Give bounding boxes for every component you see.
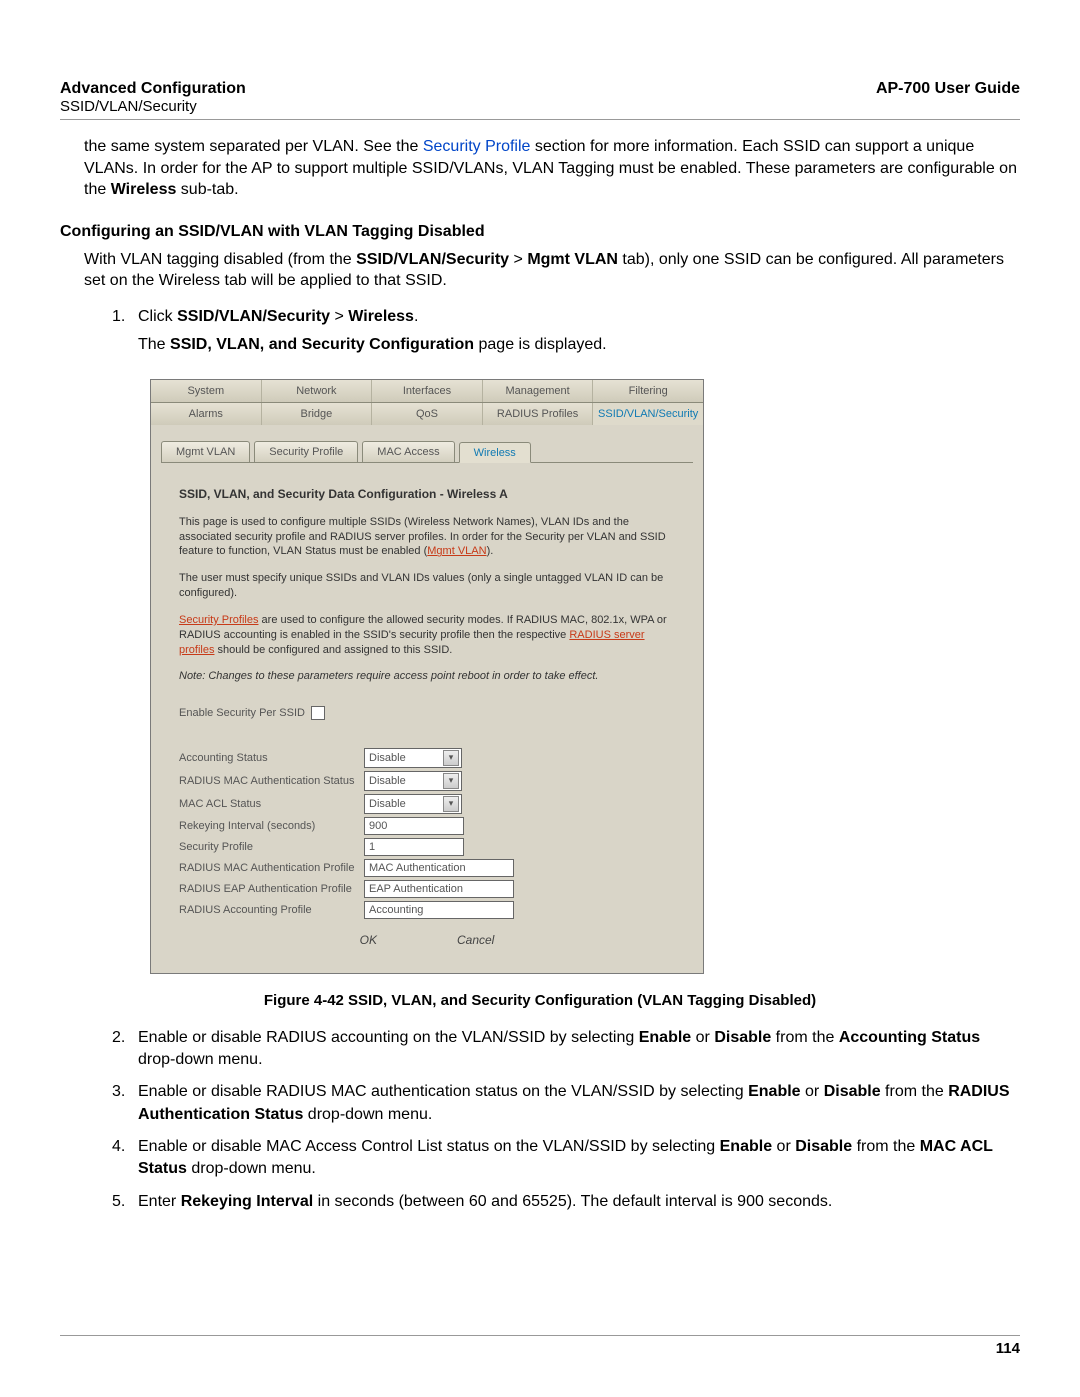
input-security-profile[interactable]: 1 xyxy=(364,838,464,856)
form-row: RADIUS MAC Authentication StatusDisable▾ xyxy=(179,771,675,791)
tab-system[interactable]: System xyxy=(151,380,262,402)
figure-caption: Figure 4-42 SSID, VLAN, and Security Con… xyxy=(60,992,1020,1009)
select-radius-mac-authentication-status[interactable]: Disable▾ xyxy=(364,771,462,791)
shot-paragraph-3: Security Profiles are used to configure … xyxy=(179,613,675,658)
form-label: Rekeying Interval (seconds) xyxy=(179,820,364,832)
step-item: 2.Enable or disable RADIUS accounting on… xyxy=(112,1027,1020,1072)
tab-management[interactable]: Management xyxy=(483,380,594,402)
page-number: 114 xyxy=(60,1335,1020,1357)
form-label: RADIUS EAP Authentication Profile xyxy=(179,883,364,895)
input-rekeying-interval-seconds-[interactable]: 900 xyxy=(364,817,464,835)
security-profile-link[interactable]: Security Profile xyxy=(423,138,531,155)
subtab-security-profile[interactable]: Security Profile xyxy=(254,441,358,462)
form-label: RADIUS MAC Authentication Status xyxy=(179,775,364,787)
tab-ssid-vlan-security[interactable]: SSID/VLAN/Security xyxy=(593,403,703,425)
input-radius-accounting-profile[interactable]: Accounting xyxy=(364,901,514,919)
form-label: Security Profile xyxy=(179,841,364,853)
guide-name: AP-700 User Guide xyxy=(876,80,1020,115)
shot-note: Note: Changes to these parameters requir… xyxy=(179,670,675,682)
shot-paragraph-2: The user must specify unique SSIDs and V… xyxy=(179,571,675,601)
subtab-mgmt-vlan[interactable]: Mgmt VLAN xyxy=(161,441,250,462)
input-radius-eap-authentication-profile[interactable]: EAP Authentication xyxy=(364,880,514,898)
form-label: MAC ACL Status xyxy=(179,798,364,810)
shot-title: SSID, VLAN, and Security Data Configurat… xyxy=(179,487,675,501)
input-radius-mac-authentication-profile[interactable]: MAC Authentication xyxy=(364,859,514,877)
form-row: Accounting StatusDisable▾ xyxy=(179,748,675,768)
tab-alarms[interactable]: Alarms xyxy=(151,403,262,425)
config-screenshot: SystemNetworkInterfacesManagementFilteri… xyxy=(150,379,704,974)
tab-interfaces[interactable]: Interfaces xyxy=(372,380,483,402)
form-row: RADIUS MAC Authentication ProfileMAC Aut… xyxy=(179,859,675,877)
enable-security-label: Enable Security Per SSID xyxy=(179,707,305,719)
section-paragraph: With VLAN tagging disabled (from the SSI… xyxy=(84,249,1020,292)
form-label: RADIUS Accounting Profile xyxy=(179,904,364,916)
step-item: 4.Enable or disable MAC Access Control L… xyxy=(112,1136,1020,1181)
subtab-mac-access[interactable]: MAC Access xyxy=(362,441,454,462)
section-heading: Configuring an SSID/VLAN with VLAN Taggi… xyxy=(60,223,1020,241)
shot-paragraph-1: This page is used to configure multiple … xyxy=(179,515,675,560)
chevron-down-icon: ▾ xyxy=(443,750,459,766)
step-1: 1. Click SSID/VLAN/Security > Wireless. … xyxy=(112,306,1020,357)
form-row: MAC ACL StatusDisable▾ xyxy=(179,794,675,814)
form-row: RADIUS Accounting ProfileAccounting xyxy=(179,901,675,919)
header-subtitle: SSID/VLAN/Security xyxy=(60,98,246,115)
intro-paragraph: the same system separated per VLAN. See … xyxy=(84,136,1020,201)
chevron-down-icon: ▾ xyxy=(443,773,459,789)
form-label: RADIUS MAC Authentication Profile xyxy=(179,862,364,874)
mgmt-vlan-link[interactable]: Mgmt VLAN xyxy=(427,545,486,557)
cancel-button[interactable]: Cancel xyxy=(457,933,494,947)
security-profiles-link[interactable]: Security Profiles xyxy=(179,614,258,626)
form-row: Rekeying Interval (seconds)900 xyxy=(179,817,675,835)
tab-bridge[interactable]: Bridge xyxy=(262,403,373,425)
tab-network[interactable]: Network xyxy=(262,380,373,402)
enable-security-checkbox[interactable] xyxy=(311,706,325,720)
step-item: 3.Enable or disable RADIUS MAC authentic… xyxy=(112,1081,1020,1126)
form-row: Security Profile1 xyxy=(179,838,675,856)
select-accounting-status[interactable]: Disable▾ xyxy=(364,748,462,768)
tab-qos[interactable]: QoS xyxy=(372,403,483,425)
tab-radius-profiles[interactable]: RADIUS Profiles xyxy=(483,403,594,425)
form-label: Accounting Status xyxy=(179,752,364,764)
ok-button[interactable]: OK xyxy=(360,933,377,947)
header-title: Advanced Configuration xyxy=(60,80,246,98)
tab-filtering[interactable]: Filtering xyxy=(593,380,703,402)
step-item: 5.Enter Rekeying Interval in seconds (be… xyxy=(112,1191,1020,1213)
chevron-down-icon: ▾ xyxy=(443,796,459,812)
subtab-wireless[interactable]: Wireless xyxy=(459,442,531,463)
form-row: RADIUS EAP Authentication ProfileEAP Aut… xyxy=(179,880,675,898)
select-mac-acl-status[interactable]: Disable▾ xyxy=(364,794,462,814)
